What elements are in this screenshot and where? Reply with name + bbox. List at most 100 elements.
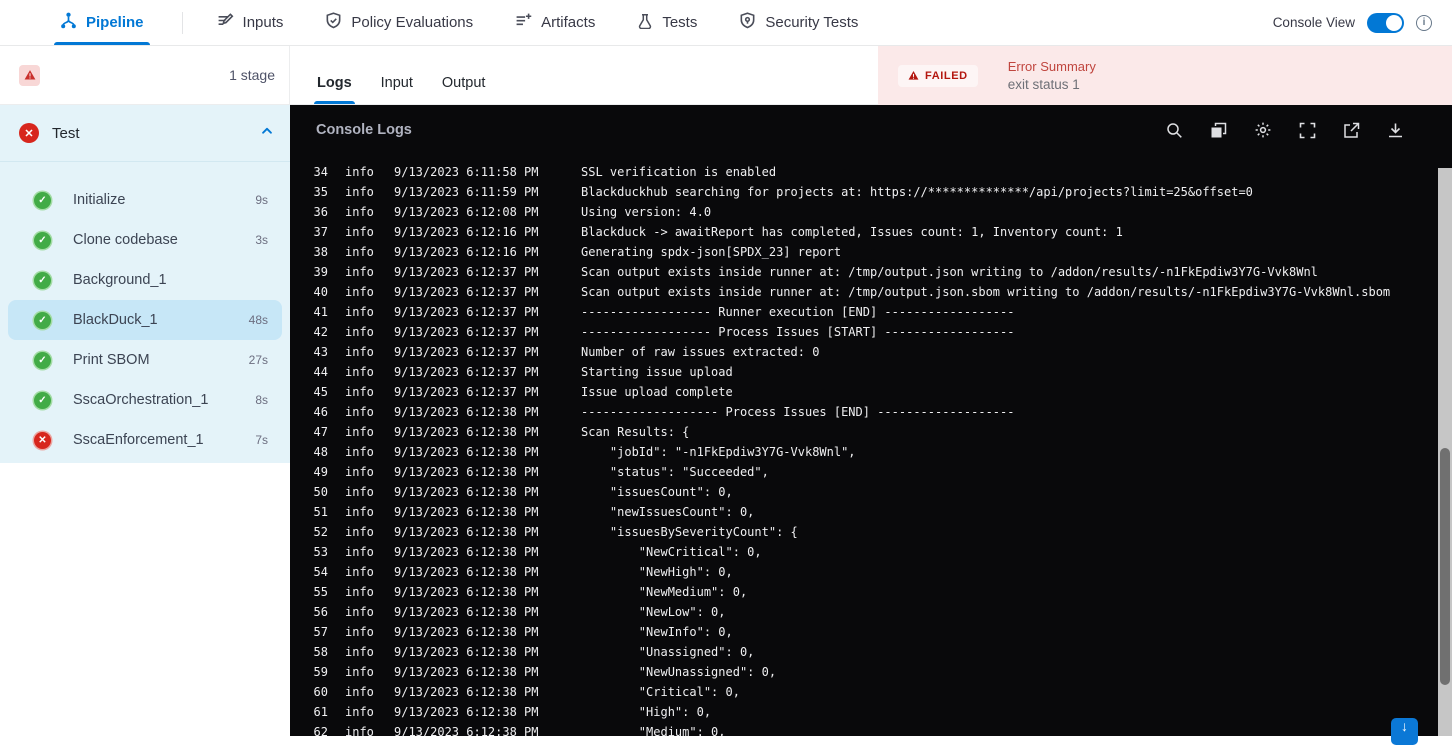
log-message: "NewInfo": 0, — [581, 625, 733, 639]
stage-header-test[interactable]: ✕ Test — [0, 105, 290, 162]
log-line-number: 51 — [313, 505, 328, 519]
scroll-to-bottom-button[interactable]: ↓ — [1391, 718, 1418, 745]
log-message: "jobId": "-n1FkEpdiw3Y7G-Vvk8Wnl", — [581, 445, 856, 459]
log-scrollbar-thumb[interactable] — [1440, 448, 1450, 685]
log-message: "NewUnassigned": 0, — [581, 665, 777, 679]
log-scrollbar[interactable] — [1438, 168, 1452, 736]
copy-icon[interactable] — [1210, 122, 1227, 139]
policy-shield-check-icon — [325, 12, 342, 33]
tab-security-tests[interactable]: Security Tests — [735, 0, 862, 45]
step-status-icon: ✓ — [34, 351, 51, 369]
log-message: "High": 0, — [581, 705, 712, 719]
sidebar-item-initialize[interactable]: ✓ Initialize 9s — [8, 180, 282, 220]
log-view: 34 info 9/13/2023 6:11:58 PM SSL verific… — [290, 155, 1434, 736]
log-level: info — [345, 365, 374, 379]
gear-icon[interactable] — [1254, 121, 1272, 139]
stage-count: 1 stage — [229, 67, 275, 83]
search-icon[interactable] — [1166, 122, 1183, 139]
log-line: 43 info 9/13/2023 6:12:37 PM Number of r… — [290, 342, 1434, 362]
log-line-number: 45 — [313, 385, 328, 399]
tab-logs[interactable]: Logs — [314, 75, 355, 104]
log-message: Starting issue upload — [581, 365, 733, 379]
fullscreen-icon[interactable] — [1299, 122, 1316, 139]
tab-output[interactable]: Output — [442, 75, 486, 104]
log-message: Scan Results: { — [581, 425, 690, 439]
log-message: Number of raw issues extracted: 0 — [581, 345, 820, 359]
step-duration: 27s — [248, 353, 268, 367]
sidebar-item-clone-codebase[interactable]: ✓ Clone codebase 3s — [8, 220, 282, 260]
log-line-number: 50 — [313, 485, 328, 499]
log-level: info — [345, 265, 374, 279]
log-line: 44 info 9/13/2023 6:12:37 PM Starting is… — [290, 362, 1434, 382]
log-timestamp: 9/13/2023 6:12:38 PM — [394, 445, 539, 459]
step-status-icon: ✓ — [34, 391, 51, 409]
tab-pipeline[interactable]: Pipeline — [54, 0, 150, 45]
tab-artifacts-label: Artifacts — [541, 14, 596, 31]
log-timestamp: 9/13/2023 6:12:38 PM — [394, 625, 539, 639]
log-timestamp: 9/13/2023 6:12:16 PM — [394, 225, 539, 239]
error-summary-panel: FAILED Error Summary exit status 1 — [878, 46, 1452, 105]
tab-artifacts[interactable]: Artifacts — [511, 0, 599, 45]
sidebar-item-print-sbom[interactable]: ✓ Print SBOM 27s — [8, 340, 282, 380]
log-message: ------------------ Runner execution [END… — [581, 305, 1015, 319]
tab-policy-evaluations[interactable]: Policy Evaluations — [321, 0, 477, 45]
console-view-label: Console View — [1272, 15, 1355, 30]
log-line: 60 info 9/13/2023 6:12:38 PM "Critical":… — [290, 682, 1434, 702]
log-message: "status": "Succeeded", — [581, 465, 769, 479]
open-in-new-icon[interactable] — [1343, 122, 1360, 139]
log-line: 40 info 9/13/2023 6:12:37 PM Scan output… — [290, 282, 1434, 302]
log-timestamp: 9/13/2023 6:12:38 PM — [394, 525, 539, 539]
toggle-knob — [1386, 14, 1402, 31]
security-shield-icon — [739, 12, 756, 33]
download-icon[interactable] — [1387, 122, 1404, 139]
log-message: "NewCritical": 0, — [581, 545, 762, 559]
sub-header: 1 stage Logs Input Output FAILED Error S… — [0, 46, 1452, 105]
log-timestamp: 9/13/2023 6:12:38 PM — [394, 665, 539, 679]
log-timestamp: 9/13/2023 6:12:37 PM — [394, 365, 539, 379]
nav-right-controls: Console View i — [1272, 12, 1452, 33]
step-name: Initialize — [73, 192, 126, 208]
log-timestamp: 9/13/2023 6:12:38 PM — [394, 565, 539, 579]
log-message: "issuesCount": 0, — [581, 485, 733, 499]
log-line: 49 info 9/13/2023 6:12:38 PM "status": "… — [290, 462, 1434, 482]
sidebar-item-sscaenforcement-1[interactable]: ✕ SscaEnforcement_1 7s — [8, 420, 282, 460]
log-timestamp: 9/13/2023 6:11:59 PM — [394, 185, 539, 199]
step-name: Print SBOM — [73, 352, 150, 368]
log-level: info — [345, 425, 374, 439]
log-message: ------------------ Process Issues [START… — [581, 325, 1015, 339]
log-level: info — [345, 725, 374, 736]
error-summary-message: exit status 1 — [1007, 77, 1080, 92]
log-line-number: 40 — [313, 285, 328, 299]
sidebar-item-blackduck-1[interactable]: ✓ BlackDuck_1 48s — [8, 300, 282, 340]
log-line: 51 info 9/13/2023 6:12:38 PM "newIssuesC… — [290, 502, 1434, 522]
nav-divider — [181, 11, 183, 34]
chevron-up-icon[interactable] — [260, 124, 274, 143]
log-line: 46 info 9/13/2023 6:12:38 PM -----------… — [290, 402, 1434, 422]
log-line: 48 info 9/13/2023 6:12:38 PM "jobId": "-… — [290, 442, 1434, 462]
step-name: Clone codebase — [73, 232, 178, 248]
info-icon[interactable]: i — [1416, 14, 1432, 31]
pipeline-summary-bar: 1 stage — [0, 46, 290, 105]
log-timestamp: 9/13/2023 6:12:38 PM — [394, 465, 539, 479]
tab-input[interactable]: Input — [381, 75, 413, 104]
log-line-number: 38 — [313, 245, 328, 259]
log-line: 41 info 9/13/2023 6:12:37 PM -----------… — [290, 302, 1434, 322]
tab-tests[interactable]: Tests — [633, 0, 701, 45]
log-line: 61 info 9/13/2023 6:12:38 PM "High": 0, — [290, 702, 1434, 722]
log-timestamp: 9/13/2023 6:12:37 PM — [394, 325, 539, 339]
sidebar-item-sscaorchestration-1[interactable]: ✓ SscaOrchestration_1 8s — [8, 380, 282, 420]
log-line-number: 39 — [313, 265, 328, 279]
log-level: info — [345, 445, 374, 459]
pipeline-warning-icon — [19, 64, 40, 86]
tab-inputs[interactable]: Inputs — [213, 0, 288, 45]
step-name: Background_1 — [73, 272, 167, 288]
sidebar-item-background-1[interactable]: ✓ Background_1 — [8, 260, 282, 300]
log-timestamp: 9/13/2023 6:12:38 PM — [394, 725, 539, 736]
console-view-toggle[interactable] — [1367, 12, 1404, 33]
log-timestamp: 9/13/2023 6:12:37 PM — [394, 265, 539, 279]
log-message: "Unassigned": 0, — [581, 645, 755, 659]
log-line: 47 info 9/13/2023 6:12:38 PM Scan Result… — [290, 422, 1434, 442]
log-timestamp: 9/13/2023 6:12:38 PM — [394, 585, 539, 599]
log-level: info — [345, 325, 374, 339]
log-level: info — [345, 485, 374, 499]
